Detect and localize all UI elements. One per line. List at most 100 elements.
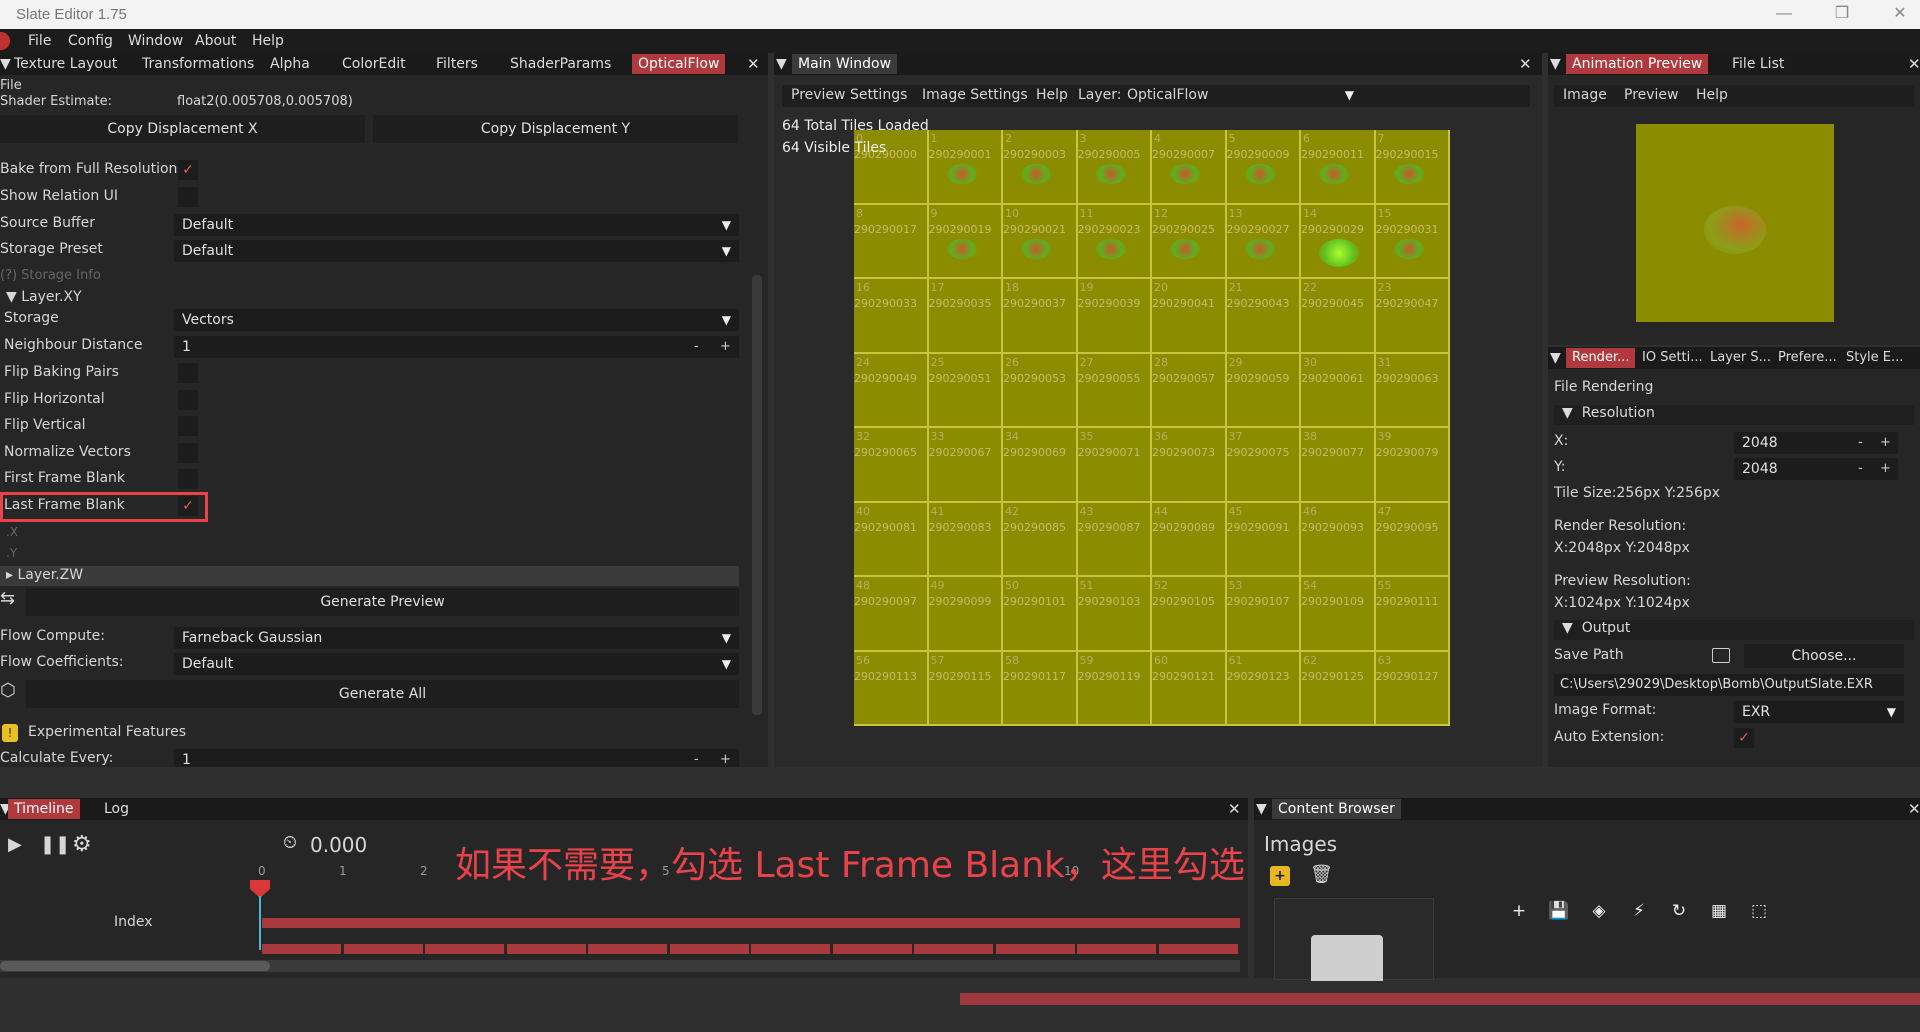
tile[interactable]: 32 290290065 [854, 428, 929, 503]
tile[interactable]: 42 290290085 [1003, 502, 1078, 577]
collapse-icon[interactable]: ▼ [0, 56, 11, 72]
frame-segment[interactable] [588, 944, 667, 954]
tile[interactable]: 63 290290127 [1375, 651, 1450, 726]
tile[interactable]: 14 290290029 [1301, 204, 1376, 279]
increment-button[interactable]: + [720, 336, 731, 358]
tile[interactable]: 10 290290021 [1003, 204, 1078, 279]
copy-displacement-y-button[interactable]: Copy Displacement Y [373, 115, 738, 143]
flow-compute-select[interactable]: Farneback Gaussian ▼ [174, 627, 739, 649]
grid-icon[interactable]: ▦ [1704, 896, 1734, 926]
frame-segment[interactable] [1077, 944, 1156, 954]
refresh-icon[interactable]: ↻ [1664, 896, 1694, 926]
tile[interactable]: 6 290290011 [1301, 130, 1376, 205]
auto-extension-checkbox[interactable]: ✓ [1734, 728, 1754, 748]
tab-shaderparams[interactable]: ShaderParams [510, 56, 611, 72]
menu-help[interactable]: Help [252, 33, 284, 49]
tile[interactable]: 44 290290089 [1152, 502, 1227, 577]
tile[interactable]: 48 290290097 [854, 577, 929, 652]
tile[interactable]: 38 290290077 [1301, 428, 1376, 503]
res-y-input[interactable]: 2048 - + [1734, 458, 1898, 480]
decrement-button[interactable]: - [1858, 458, 1863, 480]
cube-icon[interactable]: ⬡ [0, 680, 16, 701]
decrement-button[interactable]: - [694, 336, 699, 358]
tile[interactable]: 13 290290027 [1226, 204, 1301, 279]
select-icon[interactable]: ⬚ [1744, 896, 1774, 926]
tile[interactable]: 36 290290073 [1152, 428, 1227, 503]
tile[interactable]: 22 290290045 [1301, 279, 1376, 354]
close-tab-icon[interactable]: ✕ [1519, 55, 1532, 73]
copy-displacement-x-button[interactable]: Copy Displacement X [0, 115, 365, 143]
dropdown-arrow-icon[interactable]: ▼ [1345, 88, 1354, 102]
tile[interactable]: 46 290290093 [1301, 502, 1376, 577]
neighbour-distance-input[interactable]: 1 - + [174, 336, 739, 358]
tile[interactable]: 40 290290081 [854, 502, 929, 577]
calculate-every-input[interactable]: 1 - + [174, 749, 739, 768]
layer-xy-header[interactable]: ▼ Layer.XY [6, 289, 82, 305]
storage-preset-select[interactable]: Default ▼ [174, 240, 739, 262]
tile[interactable]: 23 290290047 [1375, 279, 1450, 354]
tile[interactable]: 59 290290119 [1077, 651, 1152, 726]
frame-segment[interactable] [1158, 944, 1238, 954]
first-frame-blank-checkbox[interactable] [178, 469, 198, 489]
generate-preview-button[interactable]: Generate Preview [26, 588, 739, 616]
tile[interactable]: 49 290290099 [928, 577, 1003, 652]
flow-coefficients-select[interactable]: Default ▼ [174, 653, 739, 675]
bake-full-checkbox[interactable]: ✓ [178, 160, 198, 180]
frame-segment-track[interactable] [262, 944, 1240, 954]
increment-button[interactable]: + [1880, 432, 1891, 454]
tile[interactable]: 12 290290025 [1152, 204, 1227, 279]
tile[interactable]: 50 290290101 [1003, 577, 1078, 652]
timeline-scrollbar[interactable] [0, 960, 1240, 972]
tile[interactable]: 45 290290091 [1226, 502, 1301, 577]
flip-horizontal-checkbox[interactable] [178, 390, 198, 410]
tile[interactable]: 8 290290017 [854, 204, 929, 279]
tile[interactable]: 35 290290071 [1077, 428, 1152, 503]
collapse-icon[interactable]: ▼ [1256, 801, 1267, 817]
tile[interactable]: 47 290290095 [1375, 502, 1450, 577]
tab-content-browser[interactable]: Content Browser [1272, 799, 1401, 819]
folder-tile[interactable] [1274, 898, 1434, 981]
tab-preferences[interactable]: Prefere... [1778, 350, 1837, 365]
tab-log[interactable]: Log [104, 801, 129, 817]
increment-button[interactable]: + [720, 749, 731, 771]
trash-icon[interactable]: 🗑 [1310, 864, 1333, 885]
close-button[interactable]: ✕ [1880, 2, 1920, 26]
tab-layer-settings[interactable]: Layer S... [1710, 350, 1771, 365]
tab-opticalflow[interactable]: OpticalFlow [632, 54, 726, 74]
anim-image-menu[interactable]: Image [1563, 87, 1607, 103]
tile[interactable]: 15 290290031 [1375, 204, 1450, 279]
tile[interactable]: 62 290290125 [1301, 651, 1376, 726]
tile[interactable]: 29 290290059 [1226, 353, 1301, 428]
close-tab-icon[interactable]: ✕ [1228, 800, 1241, 818]
tile[interactable]: 28 290290057 [1152, 353, 1227, 428]
tile[interactable]: 9 290290019 [928, 204, 1003, 279]
tile[interactable]: 30 290290061 [1301, 353, 1376, 428]
pause-icon[interactable]: ❚❚ [40, 834, 70, 855]
save-path-input[interactable]: C:\Users\29029\Desktop\Bomb\OutputSlate.… [1554, 674, 1904, 696]
resolution-header[interactable]: ▼ Resolution [1554, 405, 1914, 425]
tile[interactable]: 43 290290087 [1077, 502, 1152, 577]
tab-timeline[interactable]: Timeline [8, 799, 80, 819]
collapse-icon[interactable]: ▼ [776, 56, 787, 72]
tab-coloredit[interactable]: ColorEdit [342, 56, 406, 72]
index-track-bar[interactable] [262, 918, 1240, 928]
tile[interactable]: 1 290290001 [928, 130, 1003, 205]
timeline-scroll-thumb[interactable] [0, 961, 270, 971]
tab-file-list[interactable]: File List [1732, 56, 1784, 72]
tile[interactable]: 31 290290063 [1375, 353, 1450, 428]
frame-segment[interactable] [506, 944, 586, 954]
collapse-icon[interactable]: ▼ [1550, 56, 1561, 72]
tile[interactable]: 16 290290033 [854, 279, 929, 354]
tile[interactable]: 58 290290117 [1003, 651, 1078, 726]
tile-grid[interactable]: 0 290290000 1 290290001 2 290290003 3 290290005… [854, 130, 1450, 726]
frame-segment[interactable] [262, 944, 341, 954]
tab-io-settings[interactable]: IO Setti... [1642, 350, 1703, 365]
tab-transformations[interactable]: Transformations [142, 56, 254, 72]
tile[interactable]: 53 290290107 [1226, 577, 1301, 652]
flip-vertical-checkbox[interactable] [178, 416, 198, 436]
maximize-button[interactable]: ❐ [1822, 2, 1862, 26]
tile[interactable]: 60 290290121 [1152, 651, 1227, 726]
tile[interactable]: 19 290290039 [1077, 279, 1152, 354]
tile[interactable]: 55 290290111 [1375, 577, 1450, 652]
tile[interactable]: 34 290290069 [1003, 428, 1078, 503]
